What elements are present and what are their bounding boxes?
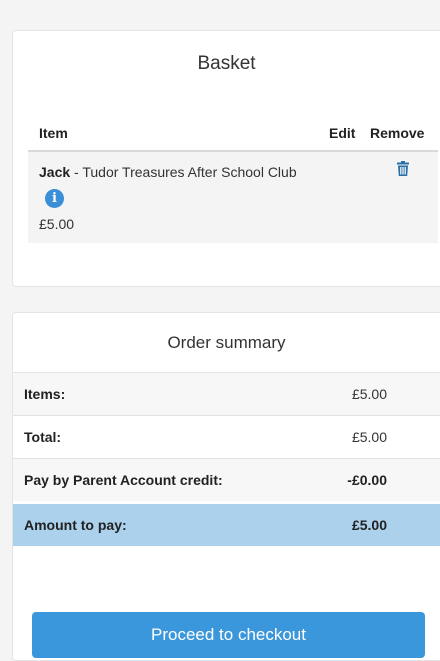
summary-row-credit: Pay by Parent Account credit: -£0.00 <box>13 459 440 501</box>
basket-item-separator: - <box>70 164 83 180</box>
trash-icon[interactable] <box>397 161 409 176</box>
summary-value-items: £5.00 <box>351 386 387 402</box>
basket-item-description: Jack - Tudor Treasures After School Club… <box>39 162 319 208</box>
summary-label-total: Total: <box>24 429 62 445</box>
basket-item-row: Jack - Tudor Treasures After School Club… <box>28 152 438 243</box>
summary-value-amount-to-pay: £5.00 <box>351 517 387 533</box>
column-header-remove: Remove <box>370 125 425 141</box>
basket-item-price: £5.00 <box>39 216 75 232</box>
summary-row-amount-to-pay: Amount to pay: £5.00 <box>13 504 440 546</box>
basket-title: Basket <box>197 53 256 74</box>
summary-label-amount-to-pay: Amount to pay: <box>24 517 127 533</box>
column-header-edit: Edit <box>329 125 356 141</box>
summary-row-items: Items: £5.00 <box>13 373 440 415</box>
order-summary-card: Order summary Items: £5.00 Total: £5.00 … <box>12 312 440 661</box>
basket-table-header: Item Edit Remove <box>39 125 440 149</box>
summary-row-total: Total: £5.00 <box>13 416 440 458</box>
summary-label-credit: Pay by Parent Account credit: <box>24 472 223 488</box>
summary-value-credit: -£0.00 <box>347 472 387 488</box>
summary-label-items: Items: <box>24 386 66 402</box>
proceed-to-checkout-button[interactable]: Proceed to checkout <box>32 612 425 658</box>
column-header-item: Item <box>39 125 68 141</box>
summary-value-total: £5.00 <box>351 429 387 445</box>
basket-card: Basket Item Edit Remove Jack - Tudor Tre… <box>12 30 440 287</box>
basket-item-club-name: Tudor Treasures After School Club <box>82 164 297 180</box>
basket-item-child-name: Jack <box>39 164 71 180</box>
order-summary-title: Order summary <box>167 333 286 352</box>
info-icon[interactable]: i <box>45 189 64 208</box>
